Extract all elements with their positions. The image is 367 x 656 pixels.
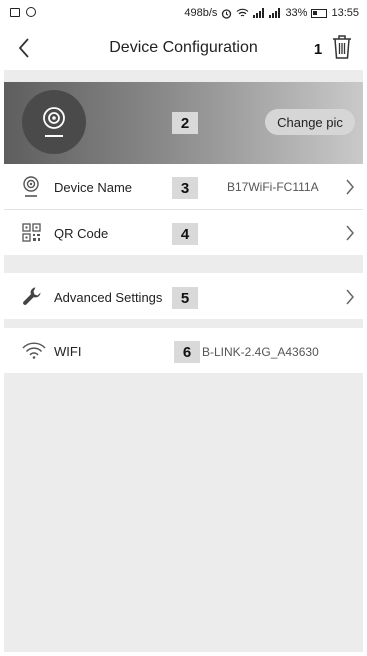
chevron-right-icon — [346, 179, 354, 195]
wifi-icon — [22, 342, 46, 359]
wifi-row[interactable]: WIFI 6 B-LINK-2.4G_A43630 — [4, 328, 363, 373]
callout-5: 5 — [172, 287, 198, 309]
qr-code-row[interactable]: QR Code 4 — [4, 210, 363, 255]
wifi-label: WIFI — [54, 344, 82, 359]
clock: 13:55 — [331, 7, 359, 19]
device-banner: 2 Change pic — [4, 82, 363, 164]
change-pic-button[interactable]: Change pic — [265, 109, 355, 135]
dnd-icon — [26, 7, 36, 17]
gallery-notification-icon — [10, 7, 20, 17]
camera-icon — [43, 107, 65, 137]
alarm-icon — [222, 8, 232, 19]
battery-percent: 33% — [285, 7, 308, 19]
advanced-settings-label: Advanced Settings — [54, 290, 163, 305]
wifi-ssid-value: B-LINK-2.4G_A43630 — [202, 345, 319, 359]
network-speed: 498b/s — [184, 7, 218, 19]
qr-code-label: QR Code — [54, 226, 109, 241]
wrench-icon — [23, 287, 41, 305]
chevron-right-icon — [346, 289, 354, 305]
wifi-status-icon — [237, 8, 249, 17]
trash-icon — [333, 35, 351, 59]
signal-icon-2 — [269, 8, 281, 18]
callout-4: 4 — [172, 223, 198, 245]
app-frame: 498b/s 33% 13:55 Device Configuration 1 … — [4, 2, 363, 652]
device-name-row[interactable]: Device Name 3 B17WiFi-FC111A — [4, 164, 363, 209]
qr-code-icon — [22, 223, 41, 242]
advanced-settings-row[interactable]: Advanced Settings 5 — [4, 273, 363, 319]
device-picture[interactable] — [22, 90, 86, 154]
status-bar: 498b/s 33% 13:55 — [4, 2, 363, 26]
title-bar: Device Configuration 1 — [4, 26, 363, 70]
camera-outline-icon — [23, 176, 39, 197]
callout-3: 3 — [172, 177, 198, 199]
device-name-label: Device Name — [54, 180, 133, 195]
chevron-right-icon — [346, 225, 354, 241]
signal-icon — [253, 8, 265, 18]
battery-icon — [311, 8, 328, 18]
callout-2: 2 — [172, 112, 198, 134]
callout-6: 6 — [174, 341, 200, 363]
device-name-value: B17WiFi-FC111A — [227, 180, 319, 194]
callout-1: 1 — [305, 38, 331, 60]
delete-button[interactable] — [331, 34, 353, 60]
